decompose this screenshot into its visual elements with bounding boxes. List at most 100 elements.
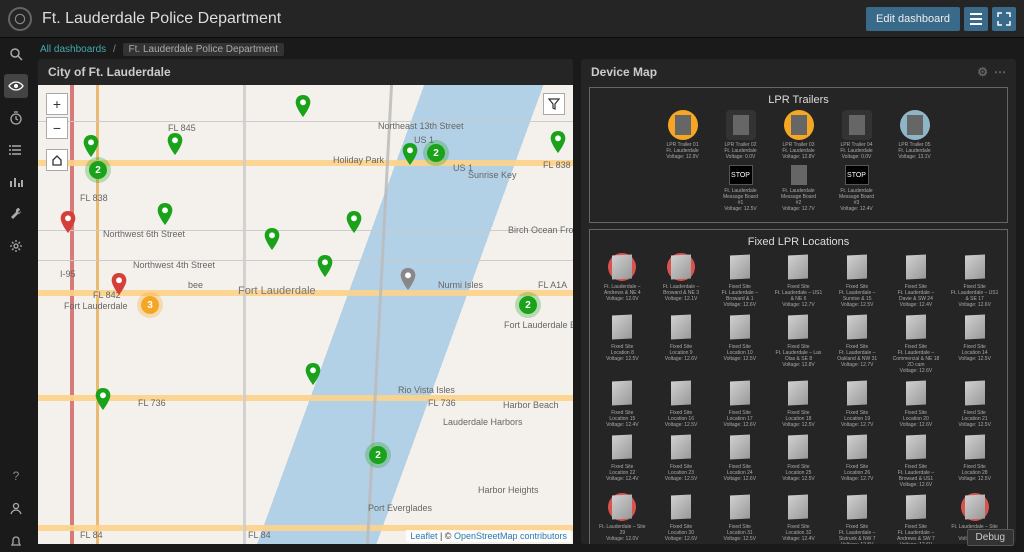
fixed-lpr-device[interactable]: Fixed SiteLocation 20Voltage: 12.6V bbox=[890, 378, 943, 428]
fixed-lpr-device[interactable]: Fixed SiteLocation 10Voltage: 12.5V bbox=[713, 312, 766, 374]
map-cluster[interactable]: 2 bbox=[427, 144, 445, 162]
nav-search-icon[interactable] bbox=[4, 42, 28, 66]
fixed-lpr-device[interactable]: Fixed SiteLocation 8Voltage: 12.5V bbox=[596, 312, 649, 374]
fixed-lpr-device[interactable]: Fixed SiteLocation 26Voltage: 12.7V bbox=[831, 432, 884, 488]
map-pin[interactable] bbox=[94, 388, 112, 410]
trailer-device[interactable]: LPR Trailer 05Ft. LauderdaleVoltage: 13.… bbox=[895, 110, 935, 160]
message-board-device[interactable]: Ft. Lauderdale Message Board #2Voltage: … bbox=[779, 164, 819, 212]
nav-eye-icon[interactable] bbox=[4, 74, 28, 98]
fixed-lpr-device[interactable]: Fixed SiteLocation 31Voltage: 12.5V bbox=[713, 492, 766, 544]
trailer-device[interactable]: LPR Trailer 02Ft. LauderdaleVoltage: 0.0… bbox=[721, 110, 761, 160]
fixed-lpr-device[interactable]: Fixed SiteFt. Lauderdale – Sunrise & 15V… bbox=[831, 252, 884, 308]
fixed-lpr-device[interactable]: Fixed SiteLocation 21Voltage: 12.5V bbox=[948, 378, 1001, 428]
map-pin[interactable] bbox=[399, 268, 417, 290]
trailer-device[interactable]: LPR Trailer 01Ft. LauderdaleVoltage: 12.… bbox=[663, 110, 703, 160]
fixed-lpr-device[interactable]: Fixed SiteLocation 28Voltage: 12.5V bbox=[948, 432, 1001, 488]
fixed-lpr-device[interactable]: Fixed SiteLocation 9Voltage: 12.6V bbox=[655, 312, 708, 374]
fixed-lpr-device[interactable]: Fixed SiteLocation 17Voltage: 12.6V bbox=[713, 378, 766, 428]
map-place-label: Northwest 4th Street bbox=[133, 260, 215, 270]
map-pin[interactable] bbox=[549, 131, 567, 153]
fixed-lpr-device[interactable]: Fixed SiteFt. Lauderdale – US1 & NE 6Vol… bbox=[772, 252, 825, 308]
fullscreen-icon[interactable] bbox=[992, 7, 1016, 31]
fixed-lpr-device[interactable]: Fixed SiteLocation 18Voltage: 12.5V bbox=[772, 378, 825, 428]
fixed-lpr-device[interactable]: Ft. Lauderdale – Site 29Voltage: 12.0V bbox=[596, 492, 649, 544]
home-location-button[interactable] bbox=[46, 149, 68, 171]
fixed-lpr-device[interactable]: Fixed SiteLocation 14Voltage: 12.5V bbox=[948, 312, 1001, 374]
fixed-lpr-device[interactable]: Fixed SiteFt. Lauderdale – Davie & SW 24… bbox=[890, 252, 943, 308]
nav-wrench-icon[interactable] bbox=[4, 202, 28, 226]
fixed-lpr-device[interactable]: Fixed SiteFt. Lauderdale – Andrews & SW … bbox=[890, 492, 943, 544]
nav-notifications-icon[interactable] bbox=[4, 528, 28, 552]
map-place-label: FL 838 bbox=[80, 193, 108, 203]
breadcrumb-current: Ft. Lauderdale Police Department bbox=[123, 43, 285, 56]
fixed-lpr-device[interactable]: Fixed SiteFt. Lauderdale – Commercial & … bbox=[890, 312, 943, 374]
nav-gear-icon[interactable] bbox=[4, 234, 28, 258]
trailer-device[interactable]: LPR Trailer 03Ft. LauderdaleVoltage: 12.… bbox=[779, 110, 819, 160]
map-pin[interactable] bbox=[316, 255, 334, 277]
map-pin[interactable] bbox=[263, 228, 281, 250]
debug-button[interactable]: Debug bbox=[967, 529, 1014, 546]
fixed-lpr-device[interactable]: Fixed SiteFt. Lauderdale – Broward & US1… bbox=[890, 432, 943, 488]
map-cluster[interactable]: 2 bbox=[369, 446, 387, 464]
map-cluster[interactable]: 3 bbox=[141, 296, 159, 314]
fixed-lpr-device[interactable]: Fixed SiteLocation 15Voltage: 12.4V bbox=[596, 378, 649, 428]
fixed-lpr-device[interactable]: Fixed SiteLocation 24Voltage: 12.6V bbox=[713, 432, 766, 488]
fixed-lpr-device[interactable]: Fixed SiteLocation 16Voltage: 12.5V bbox=[655, 378, 708, 428]
nav-charts-icon[interactable] bbox=[4, 170, 28, 194]
zoom-out-button[interactable]: − bbox=[46, 117, 68, 139]
map-place-label: I-95 bbox=[60, 269, 76, 279]
map-place-label: Nurmi Isles bbox=[438, 280, 483, 290]
fixed-section-title: Fixed LPR Locations bbox=[596, 236, 1001, 248]
fixed-lpr-device[interactable]: Fixed SiteLocation 32Voltage: 12.4V bbox=[772, 492, 825, 544]
message-board-device[interactable]: STOPFt. Lauderdale Message Board #1Volta… bbox=[721, 164, 761, 212]
list-view-icon[interactable] bbox=[964, 7, 988, 31]
fixed-lpr-device[interactable]: Fixed SiteFt. Lauderdale – Broward & 1Vo… bbox=[713, 252, 766, 308]
map-city-label: Fort Lauderdale bbox=[238, 285, 316, 297]
map-place-label: FL 736 bbox=[138, 398, 166, 408]
fixed-lpr-device[interactable]: Ft. Lauderdale – Broward & NE 3Voltage: … bbox=[655, 252, 708, 308]
nav-list-icon[interactable] bbox=[4, 138, 28, 162]
map-place-label: FL A1A bbox=[538, 280, 567, 290]
map-filter-button[interactable] bbox=[543, 93, 565, 115]
map-pin[interactable] bbox=[304, 363, 322, 385]
fixed-lpr-device[interactable]: Fixed SiteLocation 25Voltage: 12.5V bbox=[772, 432, 825, 488]
panel-more-icon[interactable]: ⋯ bbox=[994, 65, 1006, 79]
map-canvas[interactable]: Fort Lauderdale FL 845FL 838Northeast 13… bbox=[38, 85, 573, 544]
fixed-lpr-device[interactable]: Fixed SiteFt. Lauderdale – Oakland & NW … bbox=[831, 312, 884, 374]
fixed-lpr-device[interactable]: Fixed SiteFt. Lauderdale – Sistrunk & NW… bbox=[831, 492, 884, 544]
trailer-device[interactable]: LPR Trailer 04Ft. LauderdaleVoltage: 0.0… bbox=[837, 110, 877, 160]
map-pin[interactable] bbox=[401, 143, 419, 165]
nav-sidebar: ? bbox=[0, 38, 32, 552]
message-board-device[interactable]: STOPFt. Lauderdale Message Board #3Volta… bbox=[837, 164, 877, 212]
device-map-panel: Device Map ⚙ ⋯ LPR Trailers LPR Trailer … bbox=[581, 59, 1016, 544]
map-pin[interactable] bbox=[166, 133, 184, 155]
fixed-lpr-device[interactable]: Ft. Lauderdale – Andrews & NE 4Voltage: … bbox=[596, 252, 649, 308]
map-pin[interactable] bbox=[110, 273, 128, 295]
fixed-lpr-device[interactable]: Fixed SiteFt. Lauderdale – Las Olas & SE… bbox=[772, 312, 825, 374]
map-pin[interactable] bbox=[156, 203, 174, 225]
nav-timer-icon[interactable] bbox=[4, 106, 28, 130]
map-place-label: FL 84 bbox=[248, 530, 271, 540]
map-cluster[interactable]: 2 bbox=[519, 296, 537, 314]
fixed-lpr-device[interactable]: Fixed SiteLocation 19Voltage: 12.7V bbox=[831, 378, 884, 428]
fixed-lpr-device[interactable]: Fixed SiteLocation 22Voltage: 12.4V bbox=[596, 432, 649, 488]
fixed-lpr-device[interactable]: Fixed SiteLocation 23Voltage: 12.5V bbox=[655, 432, 708, 488]
map-pin[interactable] bbox=[294, 95, 312, 117]
fixed-lpr-device[interactable]: Fixed SiteLocation 30Voltage: 12.6V bbox=[655, 492, 708, 544]
fixed-lpr-device[interactable]: Fixed SiteFt. Lauderdale – US1 & SE 17Vo… bbox=[948, 252, 1001, 308]
map-pin[interactable] bbox=[82, 135, 100, 157]
breadcrumb-all-link[interactable]: All dashboards bbox=[40, 44, 106, 55]
map-cluster[interactable]: 2 bbox=[89, 161, 107, 179]
nav-user-icon[interactable] bbox=[4, 496, 28, 520]
nav-help-icon[interactable]: ? bbox=[4, 464, 28, 488]
osm-link[interactable]: OpenStreetMap contributors bbox=[454, 531, 567, 541]
zoom-in-button[interactable]: + bbox=[46, 93, 68, 115]
fixed-lpr-section: Fixed LPR Locations Ft. Lauderdale – And… bbox=[589, 229, 1008, 544]
edit-dashboard-button[interactable]: Edit dashboard bbox=[866, 7, 960, 31]
panel-settings-icon[interactable]: ⚙ bbox=[977, 65, 988, 79]
map-place-label: FL 838 bbox=[543, 160, 571, 170]
map-pin[interactable] bbox=[345, 211, 363, 233]
breadcrumb-sep: / bbox=[113, 44, 116, 55]
map-pin[interactable] bbox=[59, 211, 77, 233]
leaflet-link[interactable]: Leaflet bbox=[410, 531, 437, 541]
